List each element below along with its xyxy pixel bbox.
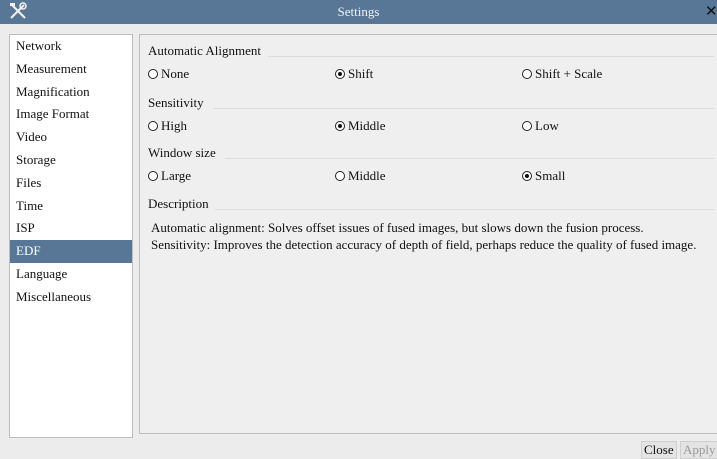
window-size-middle-radio[interactable]: Middle xyxy=(335,168,386,184)
radio-label: Shift + Scale xyxy=(535,66,603,81)
edf-settings-panel: Automatic Alignment None Shift Shift + S… xyxy=(139,34,717,434)
radio-label: High xyxy=(161,118,187,133)
sidebar-item-isp[interactable]: ISP xyxy=(10,217,132,240)
sidebar-item-time[interactable]: Time xyxy=(10,195,132,218)
description-line: Automatic alignment: Solves offset issue… xyxy=(151,220,644,235)
radio-label: Low xyxy=(535,118,559,133)
sidebar-item-miscellaneous[interactable]: Miscellaneous xyxy=(10,286,132,309)
window-size-title: Window size xyxy=(148,145,216,160)
alignment-title: Automatic Alignment xyxy=(148,43,262,58)
radio-label: Middle xyxy=(348,168,386,183)
sensitivity-title: Sensitivity xyxy=(148,95,204,110)
apply-button[interactable]: Apply xyxy=(680,441,717,459)
radio-off-icon xyxy=(148,69,158,79)
alignment-shift-scale-radio[interactable]: Shift + Scale xyxy=(522,66,602,82)
close-button[interactable]: Close xyxy=(641,441,677,459)
sensitivity-high-radio[interactable]: High xyxy=(148,118,187,134)
description-line: Sensitivity: Improves the detection accu… xyxy=(151,237,697,252)
description-title: Description xyxy=(148,196,209,211)
radio-off-icon xyxy=(522,69,532,79)
description-text: Automatic alignment: Solves offset issue… xyxy=(151,219,708,253)
radio-label: Shift xyxy=(348,66,374,81)
radio-off-icon xyxy=(522,121,532,131)
radio-off-icon xyxy=(335,171,345,181)
alignment-group: Automatic Alignment None Shift Shift + S… xyxy=(143,43,717,85)
radio-on-icon xyxy=(335,121,345,131)
sidebar-item-magnification[interactable]: Magnification xyxy=(10,81,132,104)
description-group: Description Automatic alignment: Solves … xyxy=(143,196,717,276)
sidebar-item-edf[interactable]: EDF xyxy=(10,240,132,263)
window-size-large-radio[interactable]: Large xyxy=(148,168,191,184)
sensitivity-middle-radio[interactable]: Middle xyxy=(335,118,386,134)
close-icon[interactable]: ✕ xyxy=(705,1,717,21)
radio-off-icon xyxy=(148,121,158,131)
group-divider xyxy=(268,56,714,57)
settings-sidebar: Network Measurement Magnification Image … xyxy=(9,34,133,438)
radio-off-icon xyxy=(148,171,158,181)
window-size-small-radio[interactable]: Small xyxy=(522,168,565,184)
sidebar-item-language[interactable]: Language xyxy=(10,263,132,286)
window-size-group: Window size Large Middle Small xyxy=(143,145,717,187)
radio-on-icon xyxy=(522,171,532,181)
radio-label: None xyxy=(161,66,190,81)
sensitivity-options: High Middle Low xyxy=(148,118,717,134)
group-divider xyxy=(215,209,714,210)
sidebar-item-image-format[interactable]: Image Format xyxy=(10,103,132,126)
sidebar-item-storage[interactable]: Storage xyxy=(10,149,132,172)
sidebar-item-video[interactable]: Video xyxy=(10,126,132,149)
radio-label: Middle xyxy=(348,118,386,133)
sidebar-item-files[interactable]: Files xyxy=(10,172,132,195)
sidebar-item-network[interactable]: Network xyxy=(10,35,132,58)
alignment-options: None Shift Shift + Scale xyxy=(148,66,717,82)
sensitivity-low-radio[interactable]: Low xyxy=(522,118,559,134)
sidebar-item-measurement[interactable]: Measurement xyxy=(10,58,132,81)
alignment-shift-radio[interactable]: Shift xyxy=(335,66,373,82)
group-divider xyxy=(225,158,714,159)
radio-label: Small xyxy=(535,168,566,183)
alignment-none-radio[interactable]: None xyxy=(148,66,189,82)
title-bar: Settings ✕ xyxy=(0,0,717,24)
group-divider xyxy=(213,108,714,109)
window-title: Settings xyxy=(337,4,380,19)
radio-on-icon xyxy=(335,69,345,79)
radio-label: Large xyxy=(161,168,192,183)
sensitivity-group: Sensitivity High Middle Low xyxy=(143,95,717,137)
window-size-options: Large Middle Small xyxy=(148,168,717,184)
